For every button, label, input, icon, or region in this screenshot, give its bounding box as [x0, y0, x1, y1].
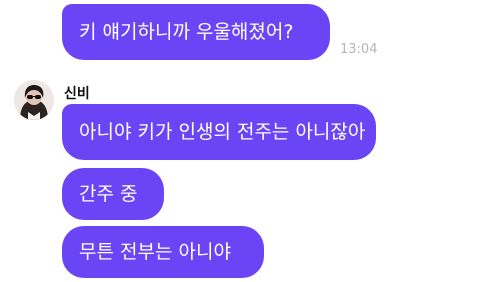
- message-bubble-received[interactable]: 무튼 전부는 아니야: [62, 226, 264, 278]
- message-timestamp: 13:04: [340, 42, 378, 57]
- sender-name: 신비: [64, 86, 90, 102]
- message-text: 아니야 키가 인생의 전주는 아니잖아: [79, 120, 366, 143]
- message-bubble-received[interactable]: 아니야 키가 인생의 전주는 아니잖아: [62, 104, 376, 160]
- message-bubble-sent[interactable]: 키 얘기하니까 우울해졌어?: [62, 4, 330, 60]
- message-bubble-received[interactable]: 간주 중: [62, 168, 164, 220]
- message-text: 키 얘기하니까 우울해졌어?: [79, 20, 294, 43]
- message-text: 간주 중: [79, 182, 138, 205]
- avatar-icon: [14, 80, 54, 120]
- message-text: 무튼 전부는 아니야: [79, 240, 231, 263]
- sender-avatar[interactable]: [14, 80, 54, 120]
